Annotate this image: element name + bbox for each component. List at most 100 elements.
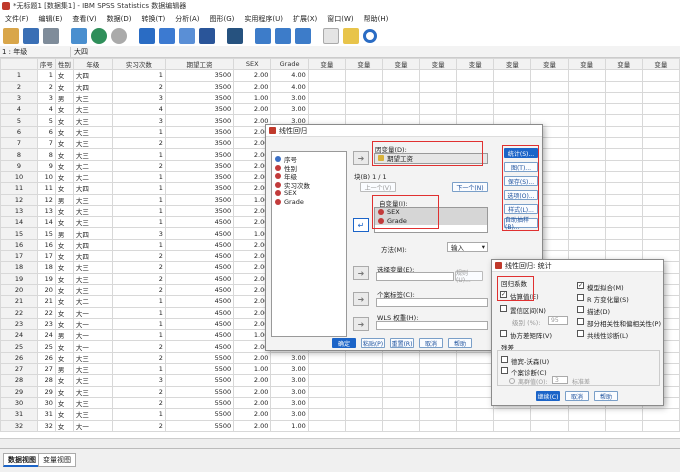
empty-cell[interactable] [604,182,643,195]
data-cell[interactable]: 1 [111,204,166,218]
data-cell[interactable]: 2 [36,80,56,93]
data-cell[interactable]: 3500 [164,91,235,105]
empty-cell[interactable] [493,408,532,421]
data-cell[interactable]: 大三 [72,216,113,229]
empty-cell[interactable] [307,69,346,82]
row-number[interactable]: 7 [0,137,38,150]
outliers-radio[interactable] [509,378,515,384]
data-cell[interactable]: 4.00 [270,80,309,93]
empty-cell[interactable] [456,374,495,387]
empty-cell[interactable] [493,91,532,105]
empty-cell[interactable] [604,170,643,184]
column-header[interactable]: 变量 [493,58,532,71]
data-cell[interactable]: 男 [54,329,74,342]
data-cell[interactable]: 10 [36,170,56,184]
data-cell[interactable]: 1 [111,295,166,308]
row-number[interactable]: 13 [0,204,38,218]
data-cell[interactable]: 5500 [164,351,235,365]
menu-item[interactable]: 帮助(H) [359,14,394,24]
empty-cell[interactable] [456,69,495,82]
column-header[interactable]: 变量 [567,58,606,71]
data-cell[interactable]: 4500 [164,340,235,353]
data-cell[interactable]: 3500 [164,103,235,116]
data-cell[interactable]: 女 [54,250,74,263]
data-cell[interactable]: 3.00 [270,91,309,105]
empty-cell[interactable] [307,408,346,421]
data-cell[interactable]: 18 [36,261,56,274]
print-icon[interactable] [43,27,59,44]
data-cell[interactable]: 1.00 [233,363,272,376]
empty-cell[interactable] [604,103,643,116]
row-number[interactable]: 4 [0,103,38,116]
data-cell[interactable]: 22 [36,306,56,319]
column-header[interactable]: 性别 [54,58,74,71]
value-labels-icon[interactable] [323,27,339,44]
data-cell[interactable]: 3.00 [270,408,309,421]
data-cell[interactable]: 2 [111,80,166,93]
data-cell[interactable]: 1 [111,306,166,319]
data-cell[interactable]: 29 [36,385,56,398]
empty-cell[interactable] [381,419,421,432]
empty-cell[interactable] [567,103,606,116]
data-cell[interactable]: 大三 [72,351,113,365]
menu-item[interactable]: 图形(G) [205,14,240,24]
confidence-checkbox[interactable] [500,305,507,312]
data-cell[interactable]: 女 [54,216,74,229]
empty-cell[interactable] [641,148,680,161]
data-cell[interactable]: 13 [36,204,56,218]
empty-cell[interactable] [530,69,569,82]
empty-cell[interactable] [419,396,458,410]
data-cell[interactable]: 大三 [72,137,113,150]
use-variable-sets-icon[interactable] [343,27,359,44]
data-cell[interactable]: 2.00 [233,351,272,365]
empty-cell[interactable] [604,91,643,105]
data-cell[interactable]: 大四 [72,238,113,252]
row-number[interactable]: 31 [0,408,38,421]
row-number[interactable]: 18 [0,261,38,274]
data-cell[interactable]: 2 [111,283,166,297]
data-cell[interactable]: 大一 [72,340,113,353]
empty-cell[interactable] [641,125,680,139]
data-cell[interactable]: 大四 [72,69,113,82]
data-cell[interactable]: 大四 [72,227,113,240]
row-number[interactable]: 3 [0,91,38,105]
data-cell[interactable]: 大三 [72,408,113,421]
row-number[interactable]: 17 [0,250,38,263]
empty-cell[interactable] [419,385,458,398]
stats-help-button[interactable]: 帮助 [594,391,618,401]
empty-cell[interactable] [567,114,606,127]
empty-cell[interactable] [456,408,495,421]
empty-cell[interactable] [456,396,495,410]
data-cell[interactable]: 大一 [72,419,113,432]
data-cell[interactable]: 女 [54,103,74,116]
empty-cell[interactable] [604,238,643,252]
empty-cell[interactable] [493,103,532,116]
data-cell[interactable]: 4500 [164,272,235,285]
empty-cell[interactable] [641,227,680,240]
cancel-button[interactable]: 取消 [419,338,443,348]
data-cell[interactable]: 2.00 [233,374,272,387]
previous-block-button[interactable]: 上一个(V) [360,182,396,192]
data-cell[interactable]: 大四 [72,80,113,93]
covariance-checkbox[interactable] [500,330,507,337]
descriptives-checkbox[interactable] [577,306,584,313]
data-cell[interactable]: 1 [111,238,166,252]
data-cell[interactable]: 1 [111,363,166,376]
column-header[interactable]: 实习次数 [111,58,166,71]
empty-cell[interactable] [567,159,606,172]
data-cell[interactable]: 4 [111,103,166,116]
empty-cell[interactable] [419,69,458,82]
menu-item[interactable]: 分析(A) [170,14,204,24]
row-number[interactable]: 32 [0,419,38,432]
rule-button[interactable]: 规则(U)... [455,270,483,284]
data-cell[interactable]: 7 [36,137,56,150]
data-cell[interactable]: 2.00 [233,419,272,432]
data-cell[interactable]: 8 [36,148,56,161]
empty-cell[interactable] [604,227,643,240]
data-cell[interactable]: 女 [54,137,74,150]
empty-cell[interactable] [381,408,421,421]
row-number[interactable]: 25 [0,340,38,353]
row-number[interactable]: 10 [0,170,38,184]
source-variable-item[interactable]: SEX [272,189,346,198]
data-cell[interactable]: 2 [111,385,166,398]
